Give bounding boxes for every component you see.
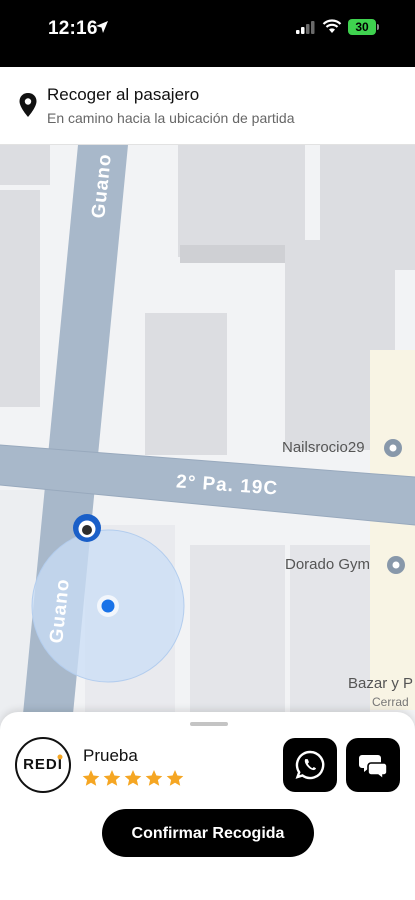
star-icon [124, 770, 142, 786]
cellular-signal-icon [296, 21, 315, 34]
trip-status-header: Recoger al pasajero En camino hacia la u… [0, 67, 415, 145]
battery-icon: 30 [348, 19, 376, 35]
map-pin-icon [19, 93, 37, 117]
location-arrow-icon [96, 21, 108, 33]
chat-bubbles-icon [359, 755, 388, 781]
battery-tip [377, 24, 379, 30]
star-icon [82, 770, 100, 786]
confirm-pickup-button[interactable]: Confirmar Recogida [102, 809, 314, 857]
poi-label-dorado-gym[interactable]: Dorado Gym [285, 556, 370, 573]
poi-pin-icon[interactable] [383, 438, 403, 458]
header-title: Recoger al pasajero [47, 85, 200, 104]
poi-label-nailsrocio29[interactable]: Nailsrocio29 [282, 439, 365, 456]
sheet-grabber[interactable] [190, 722, 228, 726]
poi-label-bazar[interactable]: Bazar y P [348, 675, 413, 692]
driver-bottom-sheet[interactable]: REDI Prueba Confirmar Recogida [0, 712, 415, 900]
rating-stars [82, 770, 184, 786]
star-icon [145, 770, 163, 786]
star-icon [166, 770, 184, 786]
header-subtitle: En camino hacia la ubicación de partida [47, 110, 295, 126]
map-view[interactable]: Guano 2° Pa. 19C Guano Nailsrocio29 Dora… [0, 145, 415, 745]
poi-status-label: Cerrad [372, 695, 409, 709]
poi-pin-icon[interactable] [386, 555, 406, 575]
status-time: 12:16 [48, 18, 98, 39]
whatsapp-icon [295, 750, 325, 780]
status-bar: 12:16 30 [0, 0, 415, 67]
avatar: REDI [15, 737, 71, 793]
passenger-name: Prueba [83, 746, 138, 765]
chat-button[interactable] [346, 738, 400, 792]
whatsapp-button[interactable] [283, 738, 337, 792]
avatar-dot [57, 754, 63, 760]
star-icon [103, 770, 121, 786]
wifi-icon [322, 19, 342, 33]
